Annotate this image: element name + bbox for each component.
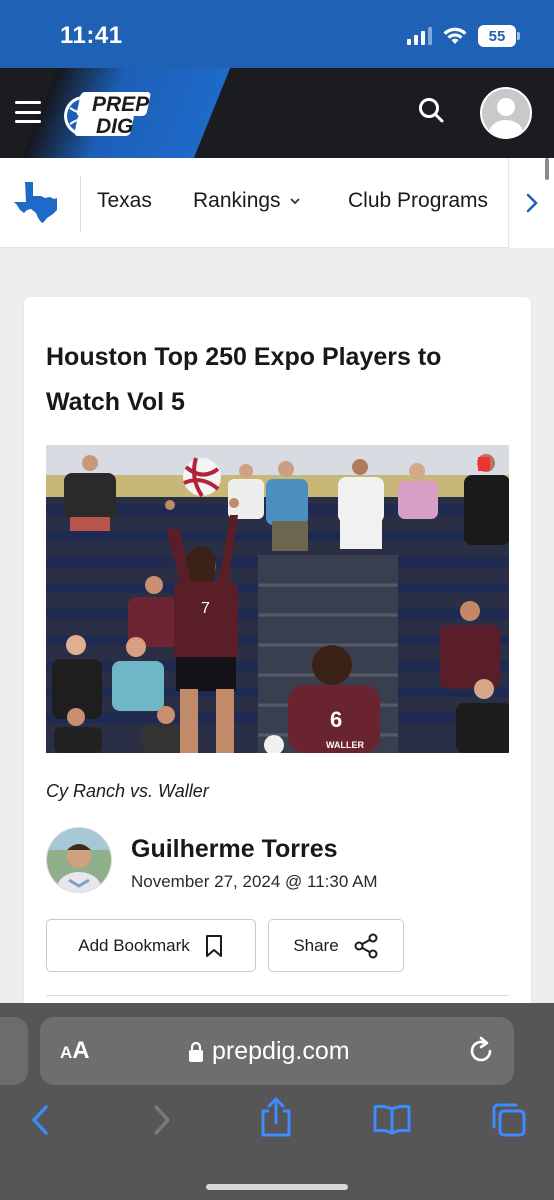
status-indicators: 55: [407, 25, 520, 47]
player-number: 6: [330, 707, 342, 732]
forward-icon[interactable]: [148, 1103, 174, 1137]
app-header: PREP DIG: [0, 68, 554, 158]
logo-text-line1: PREP: [92, 93, 150, 116]
wifi-icon: [443, 27, 467, 44]
lock-icon: [189, 1041, 203, 1062]
article-title: Houston Top 250 Expo Players to Watch Vo…: [46, 343, 442, 416]
article-photo[interactable]: 7 6 WALLER: [46, 445, 509, 753]
chevron-right-icon: [526, 193, 538, 213]
card-divider: [46, 995, 509, 996]
jersey-text: WALLER: [326, 740, 364, 750]
bookmarks-icon[interactable]: [372, 1103, 412, 1135]
prepdig-logo[interactable]: PREP DIG: [62, 88, 154, 138]
cellular-signal-icon: [407, 27, 432, 45]
tabs-icon[interactable]: [490, 1101, 528, 1139]
bookmark-icon: [205, 934, 222, 957]
add-bookmark-label: Add Bookmark: [78, 935, 190, 955]
user-avatar-icon[interactable]: [480, 87, 532, 139]
search-icon[interactable]: [416, 95, 448, 127]
reload-icon[interactable]: [466, 1035, 496, 1067]
nav-divider: [80, 176, 81, 232]
back-icon[interactable]: [28, 1103, 54, 1137]
battery-icon: 55: [478, 25, 520, 47]
article-card: Houston Top 250 Expo Players to Watch Vo…: [24, 297, 531, 1057]
nav-item-club-programs[interactable]: Club Programs: [348, 189, 488, 213]
chevron-down-icon: [289, 198, 300, 205]
nav-item-texas[interactable]: Texas: [97, 189, 152, 213]
publish-date: November 27, 2024 @ 11:30 AM: [131, 872, 378, 891]
texas-state-icon[interactable]: [11, 180, 59, 224]
player-number: 7: [201, 600, 210, 617]
section-nav: Texas Rankings Club Programs: [0, 158, 554, 248]
home-indicator[interactable]: [206, 1184, 348, 1190]
author-name[interactable]: Guilherme Torres: [131, 835, 338, 864]
add-bookmark-button[interactable]: Add Bookmark: [46, 919, 256, 972]
url-display[interactable]: prepdig.com: [188, 1037, 350, 1066]
share-sheet-icon[interactable]: [258, 1095, 294, 1139]
share-label: Share: [293, 935, 339, 955]
menu-icon[interactable]: [15, 101, 41, 123]
address-bar[interactable]: AA prepdig.com: [40, 1017, 514, 1085]
status-bar: 11:41 55: [0, 0, 554, 68]
nav-item-label: Rankings: [193, 189, 281, 212]
share-icon: [354, 933, 378, 958]
status-time: 11:41: [60, 22, 123, 49]
nav-item-label: Club Programs: [348, 189, 489, 212]
nav-item-rankings[interactable]: Rankings: [193, 189, 301, 213]
reader-options-button[interactable]: AA: [60, 1037, 90, 1065]
previous-tab-preview[interactable]: [0, 1017, 28, 1085]
volleyball-photo: 7 6 WALLER: [46, 445, 509, 753]
url-text: prepdig.com: [212, 1037, 350, 1065]
share-button[interactable]: Share: [268, 919, 404, 972]
logo-text-line2: DIG: [96, 115, 133, 138]
photo-caption: Cy Ranch vs. Waller: [46, 781, 209, 801]
nav-item-label: Texas: [97, 189, 152, 212]
browser-bottom-bar: AA prepdig.com: [0, 1003, 554, 1200]
author-avatar[interactable]: [46, 827, 112, 893]
page-scrollbar[interactable]: [545, 158, 549, 180]
